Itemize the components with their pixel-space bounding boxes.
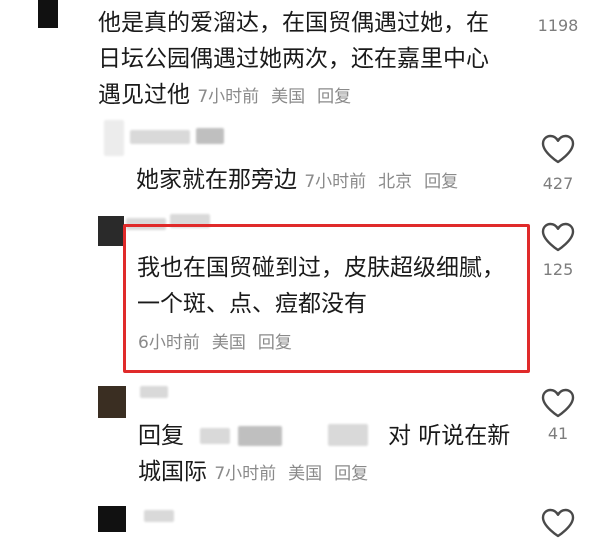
- reply-button[interactable]: 回复: [334, 464, 368, 484]
- blurred-avatar: [104, 120, 124, 156]
- blurred-mention: [200, 428, 230, 444]
- blurred-username: [196, 128, 224, 144]
- comment-location: 美国: [211, 333, 246, 353]
- comment-2-meta: 7小时前 北京 回复: [304, 172, 470, 192]
- blurred-username: [130, 130, 190, 144]
- reply-button[interactable]: 回复: [258, 333, 292, 353]
- heart-outline-icon[interactable]: [528, 222, 588, 252]
- blurred-mention: [238, 426, 282, 446]
- reply-prefix: 回复: [138, 423, 184, 449]
- comment-location: 北京: [378, 172, 413, 192]
- like-column-5: [528, 508, 588, 538]
- like-count: 125: [542, 260, 574, 279]
- comment-1-meta: 7小时前 美国 回复: [197, 87, 363, 107]
- comment-time: 7小时前: [214, 464, 277, 484]
- comment-1-text: 他是真的爱溜达，在国贸偶遇过她，在 日坛公园偶遇过她两次，还在嘉里中心 遇见过他…: [98, 10, 489, 108]
- heart-outline-icon[interactable]: [528, 508, 588, 538]
- heart-outline-icon[interactable]: [528, 134, 588, 164]
- blurred-mention: [328, 424, 368, 446]
- like-count: 41: [547, 424, 569, 443]
- blurred-username: [144, 510, 174, 522]
- heart-outline-icon[interactable]: [528, 388, 588, 418]
- reply-button[interactable]: 回复: [424, 172, 458, 192]
- like-count: 1198: [537, 16, 579, 35]
- comment-4-meta: 7小时前 美国 回复: [214, 464, 380, 484]
- like-column-2: 427: [528, 134, 588, 193]
- comment-location: 美国: [288, 464, 323, 484]
- comment-location: 美国: [271, 87, 306, 107]
- comment-time: 6小时前: [138, 333, 200, 353]
- avatar[interactable]: [38, 0, 58, 28]
- comment-2-text: 她家就在那旁边 7小时前 北京 回复: [136, 162, 470, 200]
- comment-3-text: 我也在国贸碰到过，皮肤超级细腻， 一个斑、点、痘都没有: [137, 255, 505, 317]
- reply-button[interactable]: 回复: [317, 87, 351, 107]
- blurred-username: [140, 386, 168, 398]
- comment-4-text: 回复 对 听说在新 城国际 7小时前 美国 回复: [138, 423, 511, 485]
- like-column-4: 41: [528, 388, 588, 443]
- like-count: 427: [542, 174, 574, 193]
- like-column-3: 125: [528, 222, 588, 279]
- avatar[interactable]: [98, 386, 126, 418]
- comment-3-meta: 6小时前 美国 回复: [138, 328, 304, 353]
- like-column-1: 1198: [528, 14, 588, 35]
- avatar[interactable]: [98, 506, 126, 532]
- comment-time: 7小时前: [197, 87, 260, 107]
- avatar[interactable]: [98, 216, 124, 246]
- comment-time: 7小时前: [304, 172, 367, 192]
